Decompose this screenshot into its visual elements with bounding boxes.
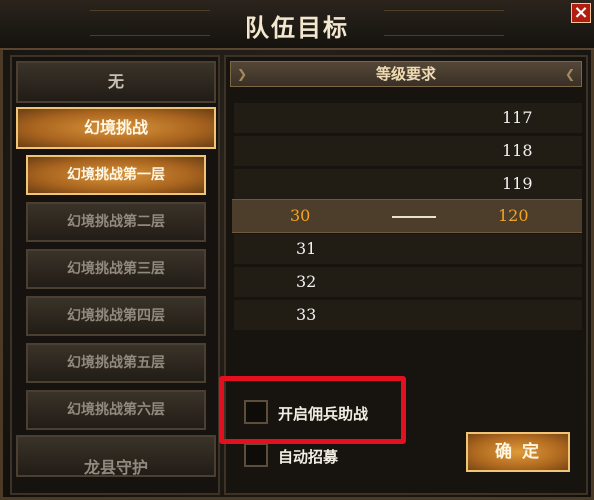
submenu-item-floor-1[interactable]: 幻境挑战第一层 [26, 155, 206, 195]
auto-recruit-option[interactable]: 自动招募 [244, 443, 404, 471]
range-dash [392, 216, 436, 218]
menu-item-dragon-guard[interactable]: 龙县守护 [16, 435, 216, 477]
submenu-item-label: 幻境挑战第五层 [67, 355, 165, 371]
header-left-ornament-icon: ❯ [236, 67, 248, 81]
selected-max-level: 120 [498, 206, 529, 225]
confirm-label: 确定 [495, 442, 549, 462]
level-requirement-header: ❯ 等级要求 ❮ [230, 61, 582, 87]
submenu-item-floor-3[interactable]: 幻境挑战第三层 [26, 249, 206, 289]
title-bar: 队伍目标 × [0, 0, 594, 50]
close-icon: × [573, 2, 589, 23]
submenu-item-label: 幻境挑战第四层 [67, 308, 165, 324]
goal-category-list[interactable]: 无 幻境挑战 幻境挑战第一层 幻境挑战第二层 幻境挑战第三层 幻境挑战第四层 幻… [10, 55, 220, 495]
menu-item-label: 幻境挑战 [83, 118, 148, 137]
level-row-selected[interactable]: 30 120 [232, 199, 582, 233]
max-level: 118 [502, 141, 533, 160]
close-button[interactable]: × [571, 3, 591, 23]
header-right-ornament-icon: ❮ [564, 67, 576, 81]
menu-item-none[interactable]: 无 [16, 61, 216, 103]
submenu-item-floor-2[interactable]: 幻境挑战第二层 [26, 202, 206, 242]
submenu-item-label: 幻境挑战第三层 [67, 261, 165, 277]
level-row[interactable]: 117 [234, 103, 582, 133]
submenu-item-label: 幻境挑战第六层 [67, 402, 165, 418]
confirm-button[interactable]: 确定 [466, 432, 570, 472]
level-row[interactable]: 32 [234, 267, 582, 297]
submenu-item-label: 幻境挑战第二层 [67, 214, 165, 230]
min-level: 31 [296, 239, 317, 258]
red-highlight-annotation [219, 376, 406, 444]
level-row[interactable]: 33 [234, 300, 582, 330]
level-requirement-title: 等级要求 [375, 65, 436, 83]
min-level: 32 [296, 272, 317, 291]
submenu-item-floor-5[interactable]: 幻境挑战第五层 [26, 343, 206, 383]
selected-min-level: 30 [290, 206, 311, 225]
menu-item-label: 无 [107, 72, 124, 91]
submenu-item-label: 幻境挑战第一层 [67, 167, 165, 183]
level-row[interactable]: 118 [234, 136, 582, 166]
level-row[interactable]: 31 [234, 234, 582, 264]
submenu-item-floor-6[interactable]: 幻境挑战第六层 [26, 390, 206, 430]
level-row[interactable]: 119 [234, 169, 582, 199]
auto-recruit-label: 自动招募 [278, 448, 339, 466]
auto-recruit-checkbox[interactable] [244, 443, 268, 467]
menu-item-illusion-challenge[interactable]: 幻境挑战 [16, 107, 216, 149]
min-level: 33 [296, 305, 317, 324]
dialog-title: 队伍目标 [245, 14, 349, 42]
max-level: 117 [502, 108, 533, 127]
submenu-item-floor-4[interactable]: 幻境挑战第四层 [26, 296, 206, 336]
max-level: 119 [502, 174, 533, 193]
menu-item-label: 龙县守护 [83, 458, 148, 477]
